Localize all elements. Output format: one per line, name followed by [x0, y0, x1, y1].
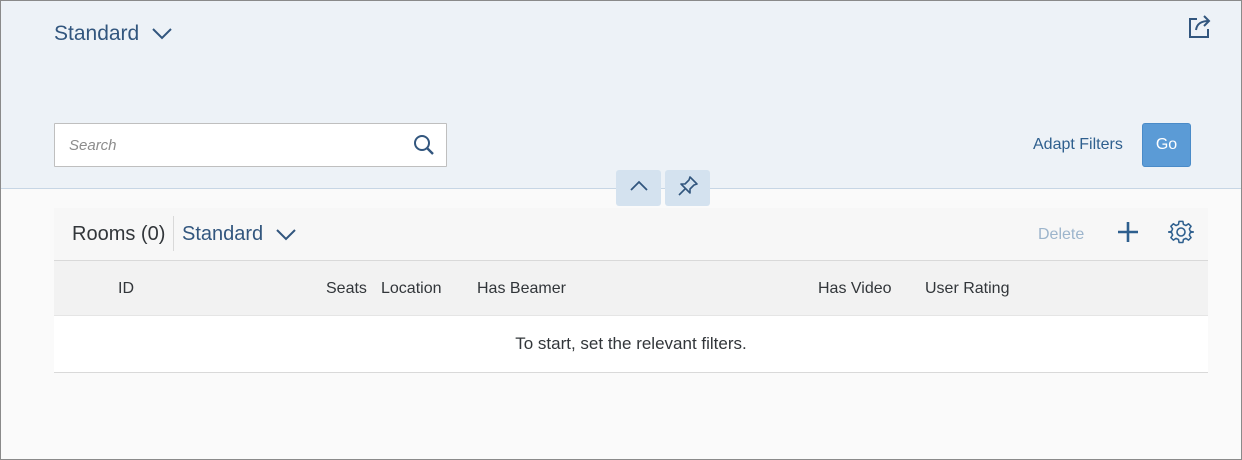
- column-header-row: ID Seats Location Has Beamer Has Video U…: [54, 261, 1208, 316]
- delete-button[interactable]: Delete: [1038, 226, 1084, 244]
- column-header-has-video[interactable]: Has Video: [818, 280, 892, 298]
- go-button[interactable]: Go: [1142, 123, 1191, 167]
- adapt-filters-link[interactable]: Adapt Filters: [1033, 136, 1123, 154]
- search-input[interactable]: [55, 124, 402, 166]
- table-variant-selector[interactable]: Standard: [182, 223, 297, 246]
- column-header-id[interactable]: ID: [118, 280, 134, 298]
- toolbar-separator: [173, 216, 174, 251]
- pin-header-button[interactable]: [665, 170, 710, 206]
- chevron-up-icon: [629, 179, 649, 197]
- share-icon: [1185, 13, 1213, 46]
- variant-title: Standard: [54, 22, 140, 45]
- gear-icon: [1167, 219, 1195, 250]
- no-data-row: To start, set the relevant filters.: [54, 316, 1208, 373]
- chevron-down-icon: [151, 27, 173, 41]
- rooms-table: Rooms (0) Standard Delete ID Seats Locat…: [54, 208, 1208, 373]
- share-button[interactable]: [1184, 14, 1214, 44]
- column-header-seats[interactable]: Seats: [326, 280, 367, 298]
- column-header-location[interactable]: Location: [381, 280, 442, 298]
- no-data-text: To start, set the relevant filters.: [515, 334, 747, 353]
- table-title: Rooms (0): [72, 223, 166, 245]
- chevron-down-icon: [275, 228, 297, 242]
- add-button[interactable]: [1114, 220, 1142, 248]
- filter-bar-header: Standard Adapt Filters Go: [0, 0, 1242, 189]
- search-icon[interactable]: [402, 124, 446, 166]
- pin-icon: [677, 175, 699, 202]
- collapse-header-button[interactable]: [616, 170, 661, 206]
- search-field[interactable]: [54, 123, 447, 167]
- table-settings-button[interactable]: [1167, 220, 1195, 248]
- variant-selector[interactable]: Standard: [54, 22, 173, 46]
- column-header-has-beamer[interactable]: Has Beamer: [477, 280, 566, 298]
- table-toolbar: Rooms (0) Standard Delete: [54, 208, 1208, 261]
- add-icon: [1116, 220, 1140, 249]
- column-header-user-rating[interactable]: User Rating: [925, 280, 1009, 298]
- table-variant-title: Standard: [182, 223, 264, 245]
